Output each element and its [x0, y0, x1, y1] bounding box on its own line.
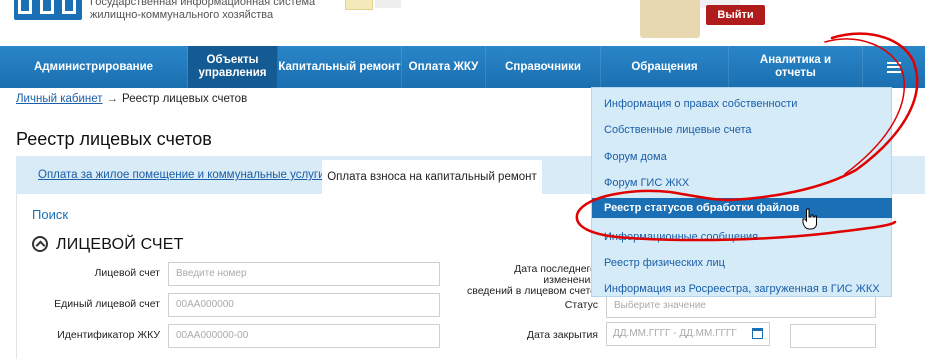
date-from: ДД.ММ.ГГГГ	[613, 328, 671, 339]
tab-housing-payment[interactable]: Оплата за жилое помещение и коммунальные…	[38, 156, 325, 194]
right-input[interactable]	[790, 324, 876, 348]
unified-account-label: Единый лицевой счет	[54, 298, 160, 310]
hand-cursor-icon	[802, 208, 817, 230]
page-title: Реестр лицевых счетов	[16, 129, 212, 149]
last-change-label-line1: Дата последнего изменения	[514, 263, 596, 286]
calendar-icon[interactable]	[752, 328, 763, 339]
gis-logo[interactable]	[14, 0, 82, 20]
header-decor	[375, 0, 401, 8]
account-input[interactable]: Введите номер	[168, 262, 440, 286]
status-label: Статус	[564, 299, 598, 311]
nav-item-administration[interactable]: Администрирование	[0, 46, 188, 88]
menu-item-individuals-registry[interactable]: Реестр физических лиц	[592, 250, 892, 276]
nav-item-objects[interactable]: Объекты управления	[188, 46, 278, 88]
date-separator: -	[673, 328, 677, 339]
last-change-label: Дата последнего изменения сведений в лиц…	[466, 264, 596, 297]
gku-id-input[interactable]: 00АА000000-00	[168, 324, 440, 348]
breadcrumb-cabinet-link[interactable]: Личный кабинет	[16, 93, 103, 105]
tab-capital-repair-fee[interactable]: Оплата взноса на капитальный ремонт	[322, 160, 542, 194]
close-date-label: Дата закрытия	[526, 329, 598, 341]
unified-account-input[interactable]: 00АА000000	[168, 293, 440, 317]
logout-button[interactable]: Выйти	[706, 5, 765, 25]
search-title[interactable]: Поиск	[32, 207, 68, 222]
system-name-line2: жилищно-коммунального хозяйства	[90, 9, 274, 21]
breadcrumb-separator: →	[106, 93, 119, 105]
account-label: Лицевой счет	[94, 267, 160, 279]
date-to: ДД.ММ.ГГГГ	[679, 328, 737, 339]
nav-item-capital-repair[interactable]: Капитальный ремонт	[278, 46, 402, 88]
close-date-range-input[interactable]: ДД.ММ.ГГГГ - ДД.ММ.ГГГГ	[606, 322, 770, 346]
collapse-icon[interactable]	[32, 236, 48, 252]
breadcrumb: Личный кабинет → Реестр лицевых счетов	[16, 93, 247, 105]
last-change-label-line2: сведений в лицевом счете	[466, 285, 596, 297]
section-title: ЛИЦЕВОЙ СЧЕТ	[56, 236, 184, 253]
envelope-icon[interactable]	[345, 0, 373, 10]
breadcrumb-current: Реестр лицевых счетов	[122, 93, 248, 105]
system-name: Государственная информационная система ж…	[90, 0, 315, 22]
menu-item-rosreestr-info[interactable]: Информация из Росреестра, загруженная в …	[592, 276, 892, 302]
nav-item-payment[interactable]: Оплата ЖКУ	[402, 46, 486, 88]
gku-id-label: Идентификатор ЖКУ	[57, 329, 160, 341]
annotation-highlight-outline	[575, 32, 919, 242]
system-name-line1: Государственная информационная система	[90, 0, 316, 8]
